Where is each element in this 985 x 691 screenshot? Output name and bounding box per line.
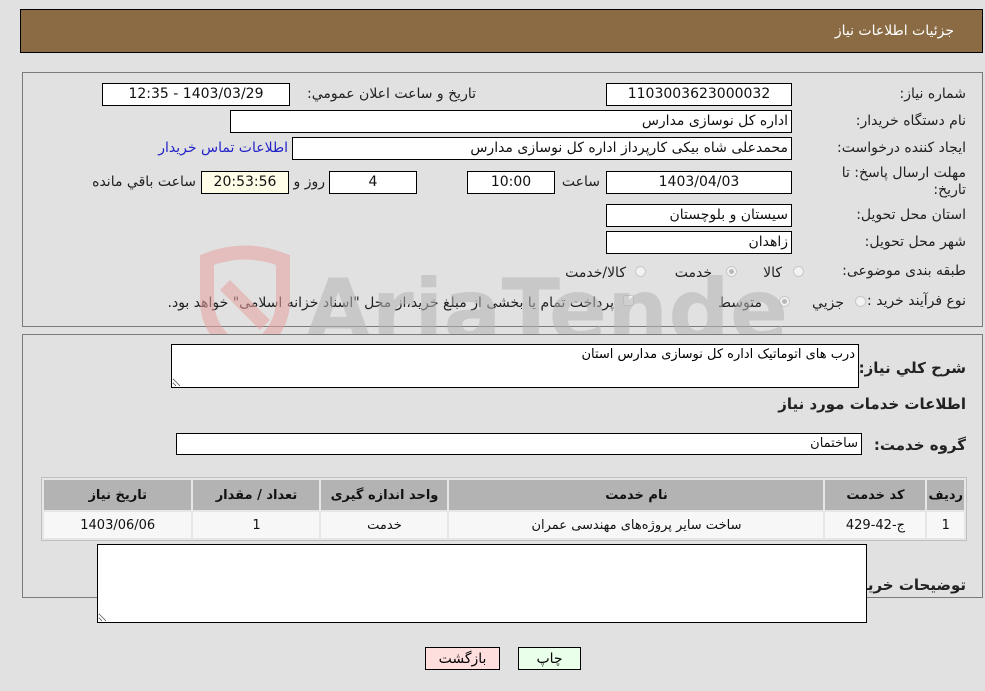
need-number-label: شماره نیاز: xyxy=(899,86,967,102)
category-radio-goods[interactable] xyxy=(793,266,804,277)
treasury-note: پرداخت تمام یا بخشی از مبلغ خرید،از محل … xyxy=(167,295,614,311)
need-details-panel: شماره نیاز: 1103003623000032 تاریخ و ساع… xyxy=(22,72,983,327)
col-unit: واحد اندازه گیری xyxy=(321,480,448,510)
cell-unit: خدمت xyxy=(321,512,448,538)
cell-service-name: ساخت سایر پروژه‌های مهندسی عمران xyxy=(449,512,824,538)
services-panel: شرح کلي نیاز: درب های اتوماتیک اداره کل … xyxy=(22,334,983,623)
description-textarea[interactable]: درب های اتوماتیک اداره کل نوسازی مدارس ا… xyxy=(171,344,859,388)
category-radio-service[interactable] xyxy=(726,266,737,277)
back-button[interactable]: بازگشت xyxy=(425,647,500,670)
page-header: جزئیات اطلاعات نیاز xyxy=(20,9,983,53)
category-option-goods: کالا xyxy=(763,265,782,281)
treasury-checkbox[interactable] xyxy=(623,295,634,306)
cell-need-date: 1403/06/06 xyxy=(44,512,192,538)
city-field: زاهدان xyxy=(606,231,792,254)
services-table: ردیف کد خدمت نام خدمت واحد اندازه گیری ت… xyxy=(41,477,967,541)
process-radio-medium[interactable] xyxy=(779,296,790,307)
category-radio-goods-service[interactable] xyxy=(635,266,646,277)
deadline-time-field: 10:00 xyxy=(467,171,555,194)
deadline-time-label: ساعت xyxy=(561,174,600,190)
col-quantity: تعداد / مقدار xyxy=(193,480,320,510)
announce-field: 1403/03/29 - 12:35 xyxy=(102,83,290,106)
description-label: شرح کلي نیاز: xyxy=(858,359,966,377)
cell-quantity: 1 xyxy=(193,512,320,538)
buyer-notes-textarea[interactable] xyxy=(97,544,867,623)
print-button[interactable]: چاپ xyxy=(518,647,581,670)
deadline-date-field: 1403/04/03 xyxy=(606,171,792,194)
city-label: شهر محل تحویل: xyxy=(864,234,966,250)
section-title: اطلاعات خدمات مورد نیاز xyxy=(778,395,966,413)
announce-label: تاریخ و ساعت اعلان عمومي: xyxy=(307,86,476,102)
category-option-goods-service: کالا/خدمت xyxy=(565,265,626,281)
province-label: استان محل تحویل: xyxy=(856,207,966,223)
remaining-label: ساعت باقي مانده xyxy=(92,174,196,190)
col-service-code: کد خدمت xyxy=(825,480,926,510)
buyer-contact-link[interactable]: اطلاعات تماس خریدار xyxy=(158,140,288,156)
col-row-number: ردیف xyxy=(927,480,964,510)
process-radio-minor[interactable] xyxy=(855,296,866,307)
creator-field: محمدعلی شاه بیکی کارپرداز اداره کل نوساز… xyxy=(292,137,792,160)
category-label: طبقه بندی موضوعی: xyxy=(842,263,966,279)
creator-label: ایجاد کننده درخواست: xyxy=(837,140,966,156)
col-service-name: نام خدمت xyxy=(449,480,824,510)
service-group-label: گروه خدمت: xyxy=(873,436,966,454)
remaining-time-field: 20:53:56 xyxy=(201,171,289,194)
table-header-row: ردیف کد خدمت نام خدمت واحد اندازه گیری ت… xyxy=(44,480,964,510)
days-field: 4 xyxy=(329,171,417,194)
buyer-org-field: اداره کل نوسازی مدارس xyxy=(230,110,792,133)
category-option-service: خدمت xyxy=(674,265,712,281)
days-label: روز و xyxy=(293,174,326,190)
col-need-date: تاریخ نیاز xyxy=(44,480,192,510)
process-option-medium: متوسط xyxy=(718,295,762,311)
service-group-field: ساختمان xyxy=(176,433,862,455)
process-option-minor: جزيي xyxy=(812,295,844,311)
need-number-field: 1103003623000032 xyxy=(606,83,792,106)
process-label: نوع فرآیند خرید : xyxy=(867,293,966,309)
cell-service-code: ج-42-429 xyxy=(825,512,926,538)
deadline-label: مهلت ارسال پاسخ: تا تاریخ: xyxy=(841,165,966,198)
cell-row-number: 1 xyxy=(927,512,964,538)
table-row: 1 ج-42-429 ساخت سایر پروژه‌های مهندسی عم… xyxy=(44,512,964,538)
buyer-org-label: نام دستگاه خریدار: xyxy=(855,113,966,129)
page-title: جزئیات اطلاعات نیاز xyxy=(834,23,954,39)
province-field: سیستان و بلوچستان xyxy=(606,204,792,227)
